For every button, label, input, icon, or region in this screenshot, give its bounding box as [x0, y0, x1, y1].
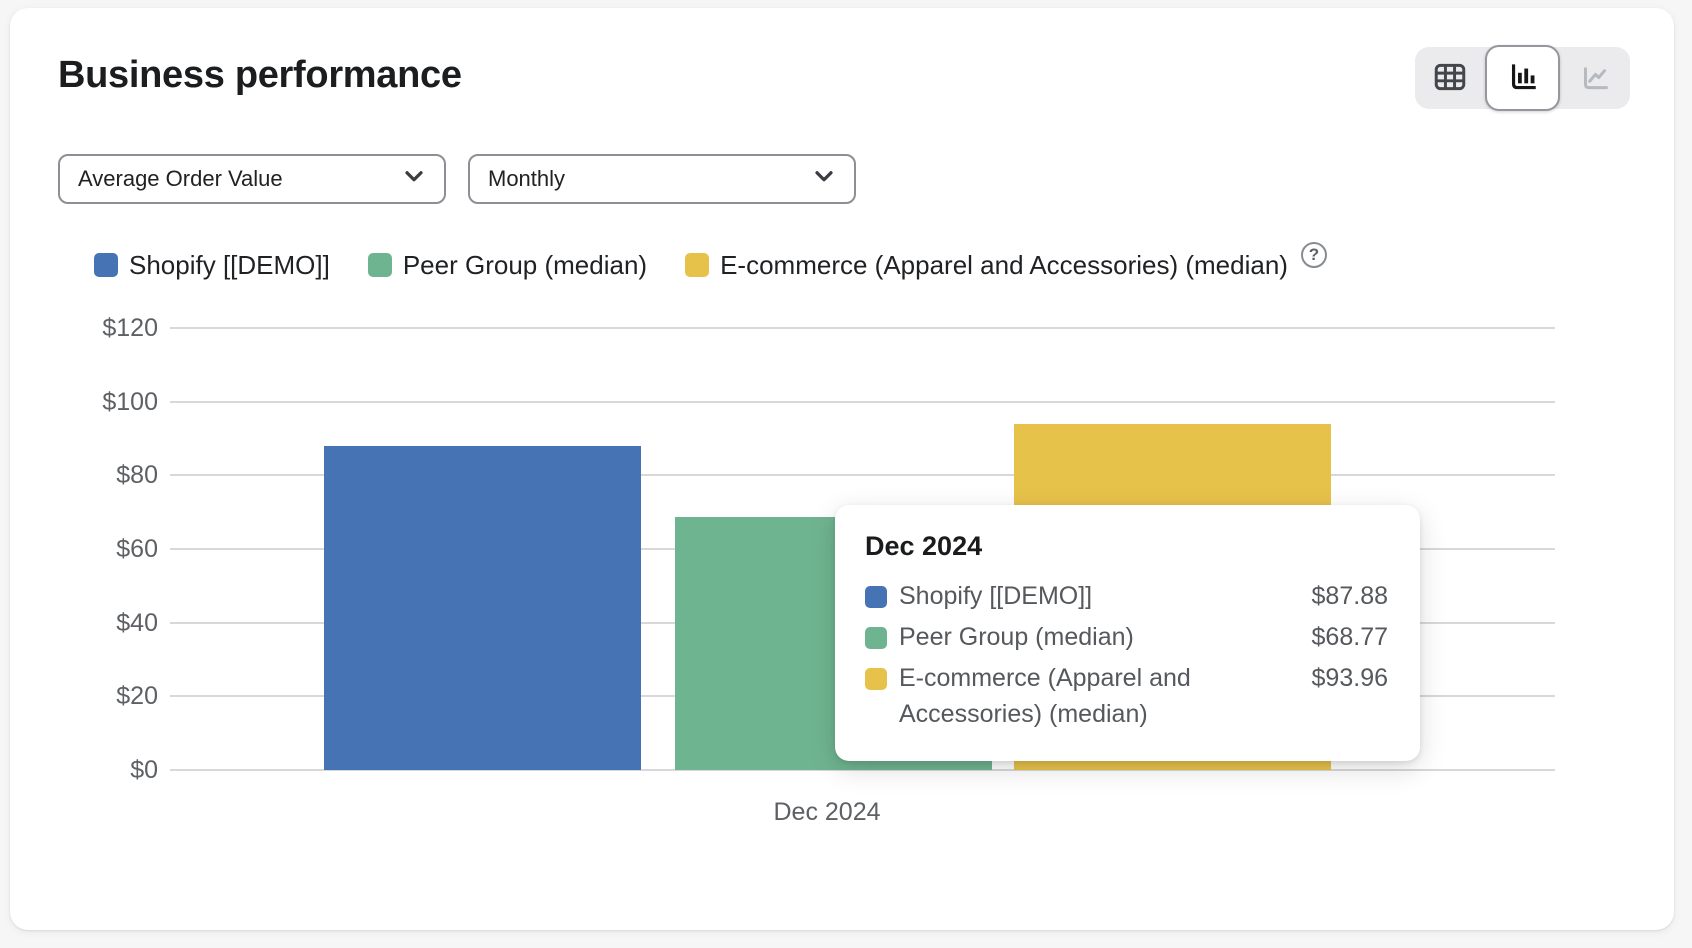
tooltip-series-value: $68.77: [1278, 619, 1388, 655]
y-axis-tick-label: $60: [10, 533, 158, 565]
tooltip-series-label: Peer Group (median): [899, 619, 1134, 655]
y-axis-tick-label: $120: [10, 312, 158, 344]
tooltip-swatch: [865, 586, 887, 608]
business-performance-card: Business performance: [10, 8, 1674, 930]
y-axis-tick-label: $0: [10, 754, 158, 786]
tooltip-title: Dec 2024: [865, 531, 1388, 562]
tooltip-row: E-commerce (Apparel and Accessories) (me…: [857, 660, 1388, 732]
tooltip-series-label: E-commerce (Apparel and Accessories) (me…: [899, 660, 1229, 732]
tooltip-row: Peer Group (median) $68.77: [857, 619, 1388, 655]
tooltip-series-value: $93.96: [1278, 660, 1388, 696]
bar-shopify-demo[interactable]: [324, 446, 641, 770]
x-axis-label: Dec 2024: [677, 798, 977, 827]
tooltip-swatch: [865, 627, 887, 649]
y-axis-tick-label: $40: [10, 607, 158, 639]
tooltip-series-value: $87.88: [1278, 578, 1388, 614]
y-axis-tick-label: $20: [10, 680, 158, 712]
y-axis-tick-label: $100: [10, 386, 158, 418]
tooltip-swatch: [865, 668, 887, 690]
chart-tooltip: Dec 2024 Shopify [[DEMO]] $87.88 Peer Gr…: [835, 505, 1420, 761]
bar-chart: $120 $100 $80 $60 $40 $20 $0: [10, 8, 1674, 930]
y-axis-tick-label: $80: [10, 459, 158, 491]
gridline: [170, 401, 1555, 403]
gridline: [170, 327, 1555, 329]
tooltip-row: Shopify [[DEMO]] $87.88: [857, 578, 1388, 614]
tooltip-series-label: Shopify [[DEMO]]: [899, 578, 1092, 614]
